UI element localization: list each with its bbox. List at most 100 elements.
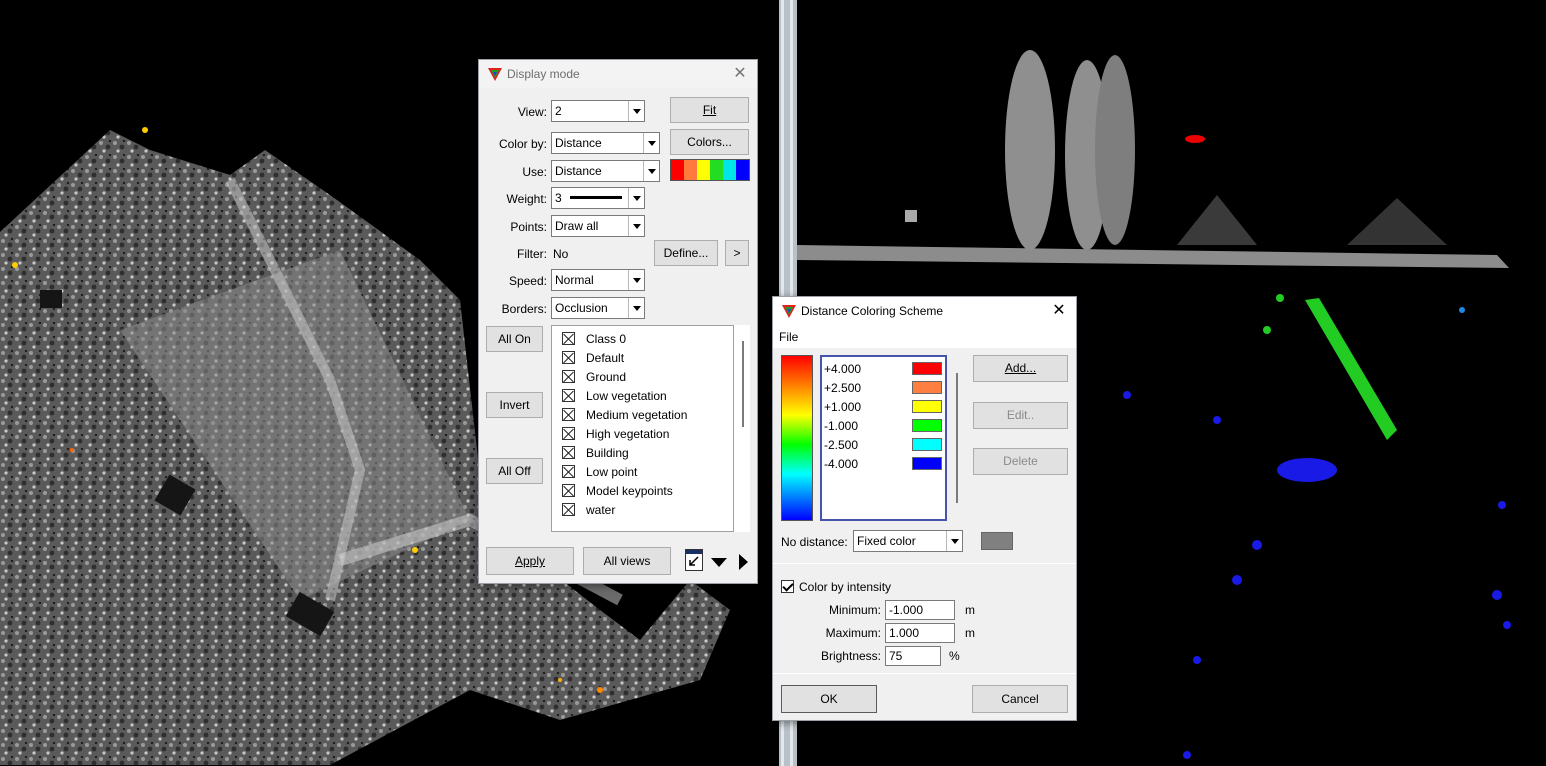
level-value: -2.500 <box>824 438 859 452</box>
level-color-swatch[interactable] <box>912 400 942 413</box>
level-row[interactable]: +1.000 <box>824 397 942 416</box>
points-label: Points: <box>510 220 547 234</box>
class-checkbox[interactable] <box>562 351 575 364</box>
class-label: Model keypoints <box>586 484 673 498</box>
delete-button[interactable]: Delete <box>973 448 1068 475</box>
expand-dialog-icon[interactable] <box>685 549 703 571</box>
coloring-titlebar[interactable]: Distance Coloring Scheme ✕ <box>773 297 1076 326</box>
class-checkbox[interactable] <box>562 446 575 459</box>
level-color-swatch[interactable] <box>912 362 942 375</box>
color-by-combo[interactable]: Distance <box>551 132 660 154</box>
no-distance-color-swatch[interactable] <box>981 532 1013 550</box>
speed-combo[interactable]: Normal <box>551 269 645 291</box>
class-checkbox[interactable] <box>562 370 575 383</box>
all-views-button[interactable]: All views <box>583 547 671 575</box>
level-list-scrollbar[interactable] <box>949 355 963 521</box>
line-weight-sample <box>570 196 622 199</box>
class-label: Class 0 <box>586 332 627 346</box>
intensity-label: Color by intensity <box>799 580 892 594</box>
borders-combo[interactable]: Occlusion <box>551 297 645 319</box>
app-logo-icon <box>782 305 796 318</box>
brightness-label: Brightness: <box>820 649 881 663</box>
weight-combo[interactable]: 3 <box>551 187 645 209</box>
color-by-label: Color by: <box>498 137 547 151</box>
distance-coloring-dialog: Distance Coloring Scheme ✕ File +4.000 +2… <box>772 296 1077 721</box>
close-icon[interactable]: ✕ <box>1048 300 1070 322</box>
level-row[interactable]: -2.500 <box>824 435 942 454</box>
points-combo[interactable]: Draw all <box>551 215 645 237</box>
no-distance-combo[interactable]: Fixed color <box>853 530 963 552</box>
level-row[interactable]: -1.000 <box>824 416 942 435</box>
chevron-down-icon <box>643 161 659 181</box>
invert-button[interactable]: Invert <box>486 392 543 418</box>
chevron-down-icon <box>628 188 644 208</box>
more-button[interactable]: > <box>725 240 749 266</box>
weight-label: Weight: <box>506 192 547 206</box>
level-row[interactable]: +2.500 <box>824 378 942 397</box>
class-checkbox[interactable] <box>562 503 575 516</box>
minimum-unit: m <box>965 603 975 617</box>
color-swatch <box>723 160 736 180</box>
no-distance-label: No distance: <box>781 535 848 549</box>
close-icon[interactable]: ✕ <box>729 63 751 85</box>
color-swatch <box>697 160 710 180</box>
next-arrow-icon[interactable] <box>739 554 748 570</box>
define-button[interactable]: Define... <box>654 240 718 266</box>
color-gradient-bar <box>781 355 813 521</box>
chevron-down-icon <box>643 133 659 153</box>
cancel-button[interactable]: Cancel <box>972 685 1068 713</box>
filter-value: No <box>553 247 569 261</box>
collapse-arrow-icon[interactable] <box>711 558 727 567</box>
maximum-unit: m <box>965 626 975 640</box>
edit-button[interactable]: Edit.. <box>973 402 1068 429</box>
minimum-input[interactable]: -1.000 <box>885 600 955 620</box>
fit-button[interactable]: Fit <box>670 97 749 123</box>
chevron-down-icon <box>628 101 644 121</box>
menu-file[interactable]: File <box>779 330 798 344</box>
level-row[interactable]: -4.000 <box>824 454 942 473</box>
add-button[interactable]: Add... <box>973 355 1068 382</box>
level-color-swatch[interactable] <box>912 457 942 470</box>
level-color-swatch[interactable] <box>912 419 942 432</box>
maximum-label: Maximum: <box>825 626 881 640</box>
class-list[interactable]: Class 0 Default Ground Low vegetation Medium… <box>551 325 734 532</box>
app-logo-icon <box>488 68 502 81</box>
level-value: -4.000 <box>824 457 859 471</box>
level-row[interactable]: +4.000 <box>824 359 942 378</box>
view-combo[interactable]: 2 <box>551 100 645 122</box>
minimum-label: Minimum: <box>828 603 881 617</box>
display-mode-titlebar[interactable]: Display mode ✕ <box>479 60 757 88</box>
all-off-button[interactable]: All Off <box>486 458 543 484</box>
class-label: High vegetation <box>586 427 670 441</box>
level-list[interactable]: +4.000 +2.500 +1.000 -1.000 -2.500 -4.000 <box>820 355 947 521</box>
class-checkbox[interactable] <box>562 332 575 345</box>
use-combo[interactable]: Distance <box>551 160 660 182</box>
color-swatch-bar[interactable] <box>670 159 750 181</box>
class-label: Ground <box>586 370 627 384</box>
brightness-input[interactable]: 75 <box>885 646 941 666</box>
level-color-swatch[interactable] <box>912 438 942 451</box>
class-checkbox[interactable] <box>562 389 575 402</box>
maximum-input[interactable]: 1.000 <box>885 623 955 643</box>
level-color-swatch[interactable] <box>912 381 942 394</box>
level-value: +2.500 <box>824 381 862 395</box>
color-swatch <box>710 160 723 180</box>
intensity-checkbox[interactable] <box>781 580 794 593</box>
class-label: water <box>586 503 616 517</box>
class-checkbox[interactable] <box>562 484 575 497</box>
all-on-button[interactable]: All On <box>486 326 543 352</box>
class-label: Medium vegetation <box>586 408 688 422</box>
class-label: Low vegetation <box>586 389 667 403</box>
class-checkbox[interactable] <box>562 427 575 440</box>
class-label: Building <box>586 446 629 460</box>
apply-button[interactable]: Apply <box>486 547 574 575</box>
level-value: -1.000 <box>824 419 859 433</box>
ok-button[interactable]: OK <box>781 685 877 713</box>
chevron-down-icon <box>628 298 644 318</box>
use-label: Use: <box>522 165 547 179</box>
class-checkbox[interactable] <box>562 465 575 478</box>
class-list-scrollbar[interactable] <box>734 325 750 532</box>
colors-button[interactable]: Colors... <box>670 129 749 155</box>
level-value: +1.000 <box>824 400 862 414</box>
class-checkbox[interactable] <box>562 408 575 421</box>
